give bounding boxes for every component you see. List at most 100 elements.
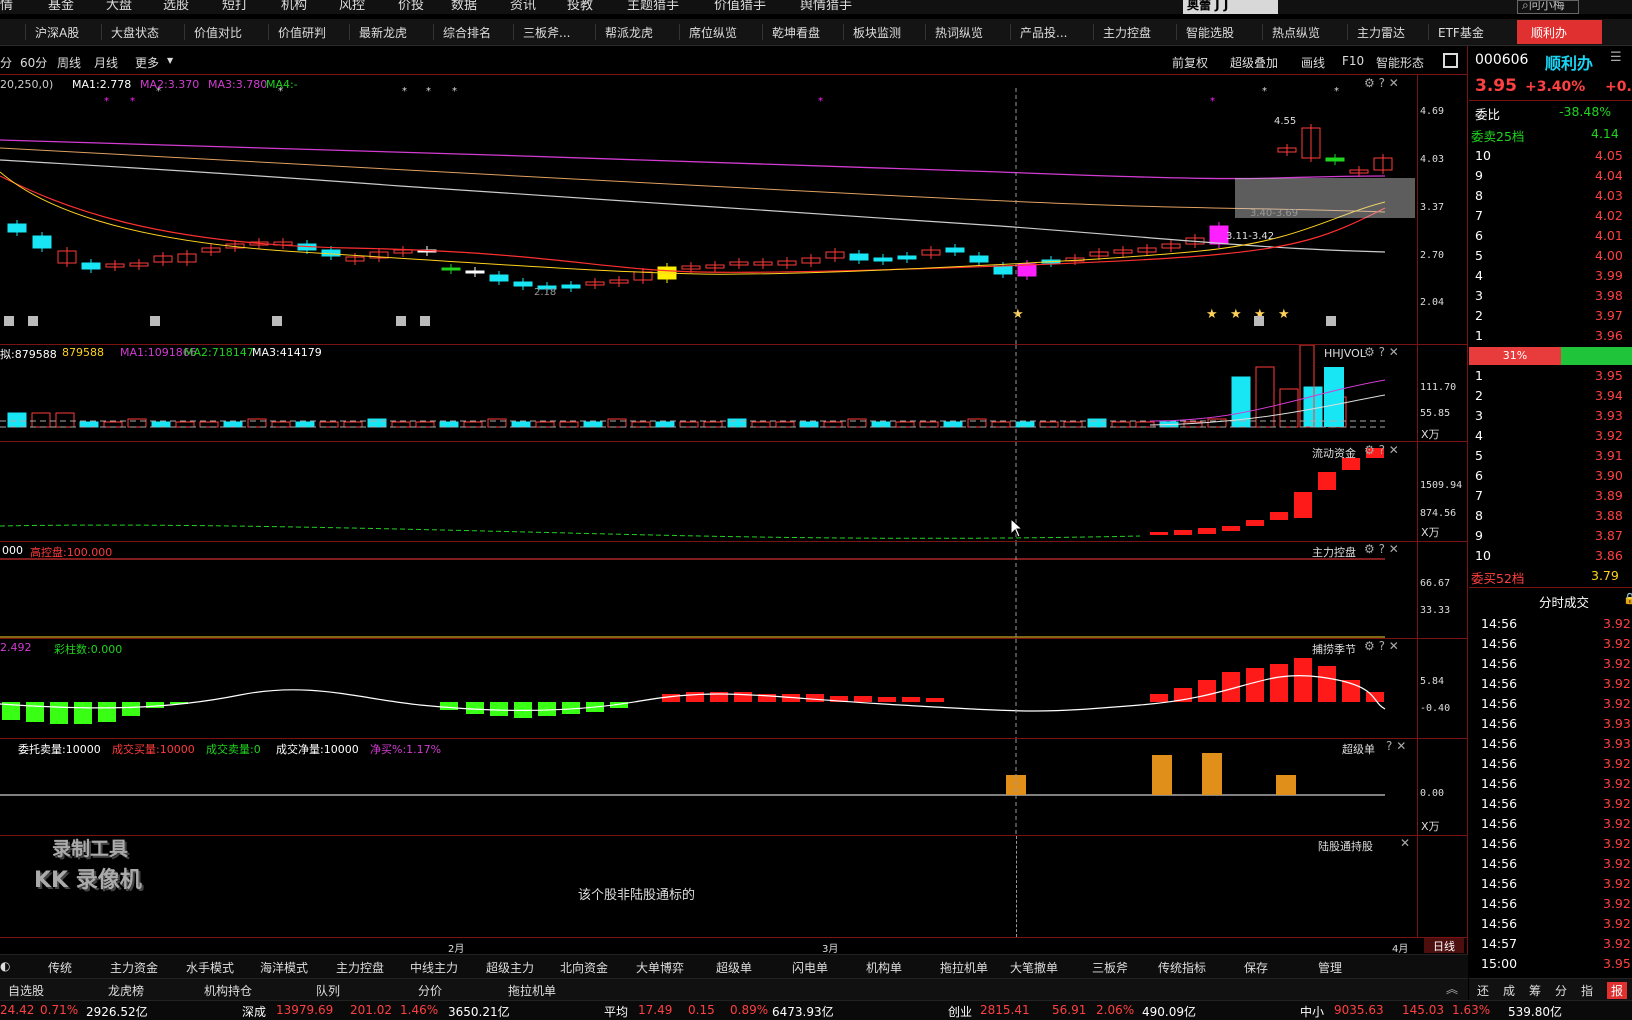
period-selector-daily[interactable]: 日线	[1424, 938, 1464, 953]
volume-panel-controls[interactable]: ⚙ ? ✕	[1364, 345, 1399, 359]
tab-item[interactable]: 综合排名	[443, 24, 491, 41]
tab-item[interactable]: 大盘状态	[111, 24, 159, 41]
ask-price[interactable]: 4.02	[1595, 208, 1623, 223]
top-menu-item[interactable]: 舆情猎手	[800, 0, 852, 13]
more-chevron-icon[interactable]: ▼	[167, 56, 173, 65]
quote-tab[interactable]: 筹	[1529, 982, 1541, 999]
tab-item[interactable]: 沪深A股	[35, 24, 79, 41]
help-icon[interactable]: ?	[1379, 345, 1385, 359]
close-icon[interactable]: ✕	[1396, 739, 1406, 753]
ask-price[interactable]: 4.05	[1595, 148, 1623, 163]
menu-icon[interactable]: ☰	[1610, 50, 1622, 65]
main-panel-controls[interactable]: ⚙ ? ✕	[1364, 76, 1399, 90]
indicator-tab[interactable]: 海洋模式	[260, 959, 308, 976]
help-icon[interactable]: ?	[1379, 76, 1385, 90]
indicator-tab[interactable]: 主力控盘	[336, 959, 384, 976]
bid-price[interactable]: 3.95	[1595, 368, 1623, 383]
ask-price[interactable]: 4.01	[1595, 228, 1623, 243]
ask-price[interactable]: 3.99	[1595, 268, 1623, 283]
ask-price[interactable]: 3.96	[1595, 328, 1623, 343]
settings-icon[interactable]: ⚙	[1364, 542, 1375, 556]
indicator-tab[interactable]: 传统	[48, 959, 72, 976]
bottom-tab[interactable]: 龙虎榜	[108, 982, 144, 999]
help-icon[interactable]: ?	[1386, 739, 1392, 753]
tab-item[interactable]: 帮派龙虎	[605, 24, 653, 41]
indicator-prev-icon[interactable]: ◐	[0, 959, 10, 973]
bid-price[interactable]: 3.89	[1595, 488, 1623, 503]
bottom-tab[interactable]: 机构持仓	[204, 982, 252, 999]
search-box[interactable]: 奥蕾 J J	[1183, 0, 1278, 14]
indicator-tab[interactable]: 超级单	[716, 959, 752, 976]
toolbar-item[interactable]: 画线	[1301, 54, 1325, 71]
tab-item[interactable]: 热词纵览	[935, 24, 983, 41]
quote-tab[interactable]: 报	[1607, 982, 1628, 999]
candlestick-chart[interactable]: * ** * * * ** ** *★ ★ ★ ★ ★	[0, 76, 1417, 344]
indicator-tab[interactable]: 北向资金	[560, 959, 608, 976]
ask-price[interactable]: 3.97	[1595, 308, 1623, 323]
tab-item[interactable]: 智能选股	[1186, 24, 1234, 41]
lock-icon[interactable]: 🔒	[1623, 592, 1632, 605]
bid-price[interactable]: 3.88	[1595, 508, 1623, 523]
toolbar-item[interactable]: 智能形态	[1376, 54, 1424, 71]
ask-price[interactable]: 4.04	[1595, 168, 1623, 183]
top-menu-item[interactable]: 资讯	[510, 0, 536, 13]
tab-active-stock[interactable]: 顺利办	[1517, 20, 1602, 44]
bid-price[interactable]: 3.87	[1595, 528, 1623, 543]
top-menu-item[interactable]: 主题猎手	[627, 0, 679, 13]
tab-item[interactable]: 价值研判	[278, 24, 326, 41]
tab-item[interactable]: 产品投...	[1020, 24, 1067, 41]
bid-price[interactable]: 3.91	[1595, 448, 1623, 463]
tab-item[interactable]: 最新龙虎	[359, 24, 407, 41]
quote-tab[interactable]: 还	[1477, 982, 1489, 999]
indicator-tab[interactable]: 保存	[1244, 959, 1268, 976]
period-item[interactable]: 分	[0, 54, 12, 71]
tab-item[interactable]: 乾坤看盘	[772, 24, 820, 41]
top-menu-item[interactable]: 数据	[451, 0, 477, 13]
bid-price[interactable]: 3.93	[1595, 408, 1623, 423]
bid-price[interactable]: 3.90	[1595, 468, 1623, 483]
indicator-tab[interactable]: 中线主力	[410, 959, 458, 976]
close-icon[interactable]: ✕	[1389, 345, 1399, 359]
top-menu-item[interactable]: 情	[0, 0, 13, 13]
period-item[interactable]: 更多	[135, 54, 159, 71]
bottom-tab[interactable]: 自选股	[8, 982, 44, 999]
bid-price[interactable]: 3.86	[1595, 548, 1623, 563]
indicator-tab[interactable]: 主力资金	[110, 959, 158, 976]
ask-price[interactable]: 4.00	[1595, 248, 1623, 263]
tab-item[interactable]: 价值对比	[194, 24, 242, 41]
period-item[interactable]: 月线	[94, 54, 118, 71]
season-panel-controls[interactable]: ⚙ ? ✕	[1364, 639, 1399, 653]
top-menu-item[interactable]: 选股	[163, 0, 189, 13]
top-menu-item[interactable]: 机构	[281, 0, 307, 13]
help-icon[interactable]: ?	[1379, 639, 1385, 653]
indicator-tab[interactable]: 闪电单	[792, 959, 828, 976]
tab-item[interactable]: 板块监测	[853, 24, 901, 41]
flow-panel-controls[interactable]: ⚙ ? ✕	[1364, 443, 1399, 457]
toolbar-item[interactable]: F10	[1342, 54, 1364, 68]
quote-tab[interactable]: 成	[1503, 982, 1515, 999]
settings-icon[interactable]: ⚙	[1364, 76, 1375, 90]
top-menu-item[interactable]: 价投	[398, 0, 424, 13]
indicator-tab[interactable]: 拖拉机单	[940, 959, 988, 976]
toolbar-item[interactable]: 前复权	[1172, 54, 1208, 71]
close-icon[interactable]: ✕	[1389, 76, 1399, 90]
control-panel-controls[interactable]: ⚙ ? ✕	[1364, 542, 1399, 556]
indicator-tab[interactable]: 三板斧	[1092, 959, 1128, 976]
help-icon[interactable]: ?	[1379, 542, 1385, 556]
indicator-tab[interactable]: 机构单	[866, 959, 902, 976]
top-menu-item[interactable]: 风控	[339, 0, 365, 13]
indicator-tab[interactable]: 管理	[1318, 959, 1342, 976]
settings-icon[interactable]: ⚙	[1364, 443, 1375, 457]
top-menu-item[interactable]: 大盘	[106, 0, 132, 13]
bid-price[interactable]: 3.94	[1595, 388, 1623, 403]
ask-price[interactable]: 3.98	[1595, 288, 1623, 303]
bottom-tab[interactable]: 队列	[316, 982, 340, 999]
top-menu-item[interactable]: 短打	[222, 0, 248, 13]
top-menu-item[interactable]: 价值猎手	[714, 0, 766, 13]
period-item[interactable]: 60分	[20, 54, 47, 71]
toolbar-item[interactable]: 超级叠加	[1230, 54, 1278, 71]
tab-item[interactable]: 席位纵览	[689, 24, 737, 41]
bottom-tab[interactable]: 拖拉机单	[508, 982, 556, 999]
quote-tab[interactable]: 指	[1581, 982, 1593, 999]
ask-price[interactable]: 4.03	[1595, 188, 1623, 203]
